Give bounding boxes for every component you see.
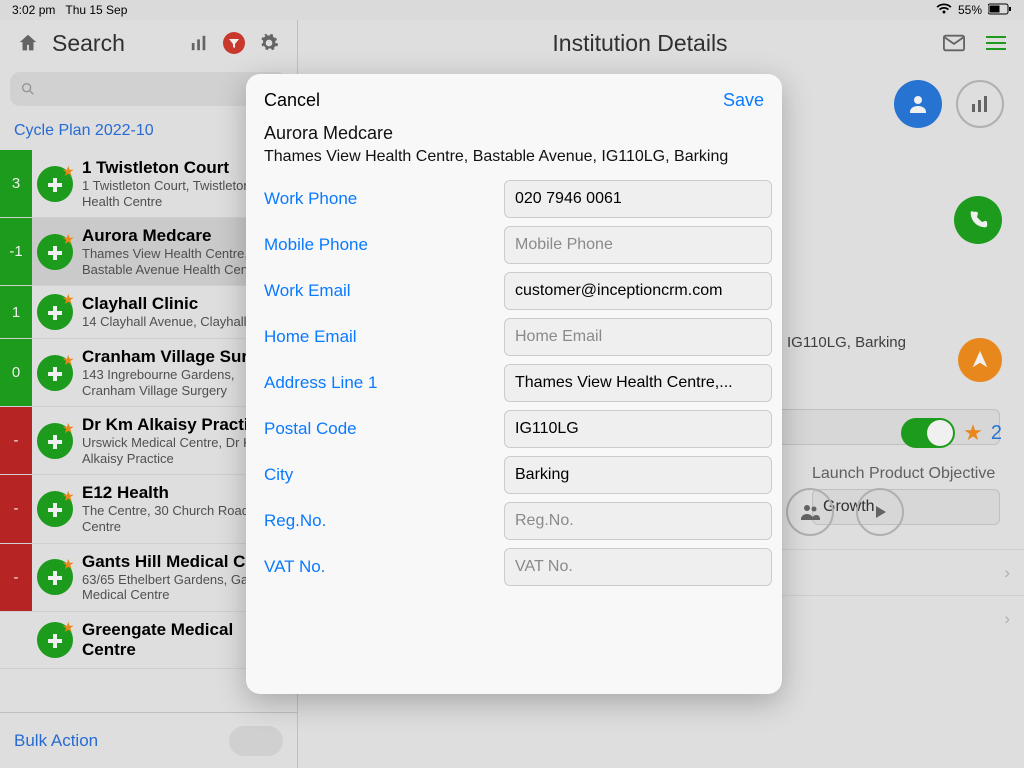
address-fragment: ue, IG110LG, Barking [762, 334, 906, 351]
visit-count-badge: 0 [0, 339, 32, 406]
status-date: Thu 15 Sep [65, 3, 127, 17]
save-button[interactable]: Save [723, 90, 764, 111]
visit-count-badge: 1 [0, 286, 32, 338]
wifi-icon [936, 3, 952, 18]
filter-icon[interactable] [223, 32, 245, 54]
edit-institution-modal: Cancel Save Aurora Medcare Thames View H… [246, 74, 782, 694]
call-button[interactable] [954, 196, 1002, 244]
home-icon[interactable] [14, 29, 42, 57]
field-label: Reg.No. [264, 511, 504, 531]
field-placeholder: VAT No. [515, 558, 573, 576]
visit-count-badge [0, 612, 32, 668]
text-field[interactable]: VAT No. [504, 548, 772, 586]
rating-count: 2 [991, 422, 1002, 445]
visit-count-badge: - [0, 475, 32, 542]
status-time: 3:02 pm [12, 3, 55, 17]
modal-institution-address: Thames View Health Centre, Bastable Aven… [264, 148, 764, 166]
modal-institution-name: Aurora Medcare [264, 123, 764, 144]
text-field[interactable]: Mobile Phone [504, 226, 772, 264]
text-field[interactable]: Home Email [504, 318, 772, 356]
visit-count-badge: -1 [0, 218, 32, 285]
stats-button[interactable] [956, 80, 1004, 128]
field-label: Work Email [264, 281, 504, 301]
play-button[interactable] [856, 488, 904, 536]
gear-icon[interactable] [255, 29, 283, 57]
field-label: Mobile Phone [264, 235, 504, 255]
field-label: Home Email [264, 327, 504, 347]
field-value: customer@inceptioncrm.com [515, 282, 722, 300]
text-field[interactable]: customer@inceptioncrm.com [504, 272, 772, 310]
field-label: Address Line 1 [264, 373, 504, 393]
visit-count-badge: - [0, 544, 32, 611]
visit-count-badge: - [0, 407, 32, 474]
objective-label: Launch Product Objective [812, 465, 1000, 483]
field-placeholder: Home Email [515, 328, 602, 346]
institution-icon: ★ [32, 407, 78, 474]
mail-icon[interactable] [940, 29, 968, 57]
institution-icon: ★ [32, 612, 78, 668]
institution-icon: ★ [32, 286, 78, 338]
chevron-right-icon: › [1004, 563, 1010, 583]
chevron-right-icon: › [1004, 609, 1010, 629]
institution-icon: ★ [32, 339, 78, 406]
field-placeholder: Mobile Phone [515, 236, 613, 254]
battery-percent: 55% [958, 3, 982, 17]
bars-icon[interactable] [185, 29, 213, 57]
text-field[interactable]: IG110LG [504, 410, 772, 448]
field-label: City [264, 465, 504, 485]
field-value: 020 7946 0061 [515, 190, 622, 208]
field-label: VAT No. [264, 557, 504, 577]
text-field[interactable]: Thames View Health Centre,... [504, 364, 772, 402]
people-button[interactable] [786, 488, 834, 536]
field-value: Thames View Health Centre,... [515, 374, 733, 392]
person-button[interactable] [894, 80, 942, 128]
institution-icon: ★ [32, 544, 78, 611]
hamburger-icon[interactable] [982, 29, 1010, 57]
text-field[interactable]: Reg.No. [504, 502, 772, 540]
field-value: IG110LG [515, 420, 579, 438]
bulk-action-link[interactable]: Bulk Action [14, 731, 98, 751]
field-label: Work Phone [264, 189, 504, 209]
text-field[interactable]: Barking [504, 456, 772, 494]
visit-count-badge: 3 [0, 150, 32, 217]
institution-icon: ★ [32, 475, 78, 542]
navigate-button[interactable] [958, 338, 1002, 382]
field-label: Postal Code [264, 419, 504, 439]
institution-icon: ★ [32, 150, 78, 217]
text-field[interactable]: 020 7946 0061 [504, 180, 772, 218]
star-icon: ★ [963, 420, 983, 446]
page-title: Institution Details [354, 30, 926, 57]
field-placeholder: Reg.No. [515, 512, 574, 530]
left-pane-title: Search [52, 30, 125, 57]
ipad-status-bar: 3:02 pm Thu 15 Sep 55% [0, 0, 1024, 20]
favorite-toggle[interactable] [901, 418, 955, 448]
battery-icon [988, 3, 1012, 18]
cancel-button[interactable]: Cancel [264, 90, 320, 111]
bulk-action-toggle[interactable] [229, 726, 283, 756]
field-value: Barking [515, 466, 569, 484]
institution-icon: ★ [32, 218, 78, 285]
